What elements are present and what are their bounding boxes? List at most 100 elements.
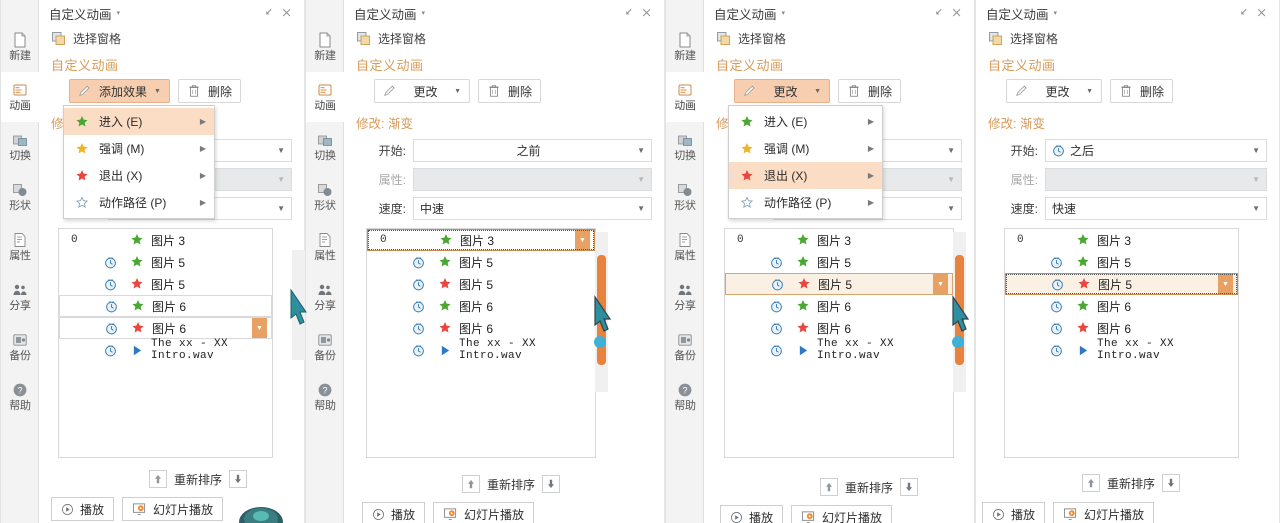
main-effect-button[interactable]: 更改 ▼ <box>1006 79 1102 103</box>
animation-list-item[interactable]: 图片 5 ▼ <box>1005 273 1238 295</box>
sidebar-item-形状[interactable]: 形状 <box>1 172 39 222</box>
main-effect-button[interactable]: 更改 ▼ <box>734 79 830 103</box>
slideshow-button[interactable]: 幻灯片播放 <box>791 505 893 523</box>
select-pane-button[interactable]: 选择窗格 <box>344 26 664 51</box>
reorder-up-button[interactable] <box>1082 474 1100 492</box>
restore-down-icon[interactable] <box>930 4 948 22</box>
menu-item-0[interactable]: 进入 (E) ▶ <box>64 108 214 135</box>
animation-list[interactable]: 0 图片 3 图片 5 图片 5 ▼ 图片 6 图片 6 The xx - XX Intro.… <box>724 228 954 458</box>
reorder-down-button[interactable] <box>1162 474 1181 492</box>
restore-down-icon[interactable] <box>1235 4 1253 22</box>
animation-list-item[interactable]: 图片 6 <box>725 295 953 317</box>
speed-select[interactable]: 快速 ▼ <box>1045 197 1267 220</box>
sidebar-item-动画[interactable]: 动画 <box>666 72 704 122</box>
delete-button[interactable]: 删除 <box>478 79 542 103</box>
play-button[interactable]: 播放 <box>982 502 1046 523</box>
animation-list-item[interactable]: 图片 6 <box>367 317 595 339</box>
animation-list-item[interactable]: 0 图片 3 <box>1005 229 1238 251</box>
start-select[interactable]: 之后 ▼ <box>1045 139 1267 162</box>
start-select[interactable]: 之前 ▼ <box>413 139 652 162</box>
animation-list[interactable]: 0 图片 3 图片 5 图片 5 图片 6 图片 6 ▼ The xx - XX Intro.… <box>58 228 273 458</box>
sidebar-item-分享[interactable]: 分享 <box>666 272 704 322</box>
animation-list-item[interactable]: The xx - XX Intro.wav <box>367 338 595 362</box>
delete-button[interactable]: 删除 <box>1110 79 1174 103</box>
item-dropdown-arrow[interactable]: ▼ <box>252 318 267 338</box>
sidebar-item-新建[interactable]: 新建 <box>666 22 704 72</box>
menu-item-0[interactable]: 进入 (E) ▶ <box>729 108 882 135</box>
slideshow-button[interactable]: 幻灯片播放 <box>122 497 224 521</box>
animation-list-item[interactable]: 图片 6 <box>1005 295 1238 317</box>
play-button[interactable]: 播放 <box>362 502 426 523</box>
animation-list-item[interactable]: 图片 6 <box>59 295 272 317</box>
animation-list-item[interactable]: 图片 5 <box>725 251 953 273</box>
reorder-up-button[interactable] <box>462 475 480 493</box>
item-dropdown-arrow[interactable]: ▼ <box>575 230 590 250</box>
sidebar-item-新建[interactable]: 新建 <box>306 22 344 72</box>
restore-down-icon[interactable] <box>620 4 638 22</box>
animation-list-item[interactable]: 图片 6 ▼ <box>59 317 272 339</box>
item-dropdown-arrow[interactable]: ▼ <box>933 274 948 294</box>
animation-list-item[interactable]: 图片 5 ▼ <box>725 273 953 295</box>
main-effect-button[interactable]: 添加效果 ▼ <box>69 79 170 103</box>
effect-menu[interactable]: 进入 (E) ▶ 强调 (M) ▶ 退出 (X) ▶ 动作路径 (P) ▶ <box>63 105 215 219</box>
chevron-down-icon[interactable]: ▾ <box>782 9 786 17</box>
main-effect-button[interactable]: 更改 ▼ <box>374 79 470 103</box>
reorder-down-button[interactable] <box>900 478 919 496</box>
sidebar-item-备份[interactable]: 备份 <box>306 322 344 372</box>
chevron-down-icon[interactable]: ▾ <box>117 9 121 17</box>
animation-list-item[interactable]: 0 图片 3 <box>725 229 953 251</box>
menu-item-2[interactable]: 退出 (X) ▶ <box>729 162 882 189</box>
sidebar-item-切换[interactable]: 切换 <box>1 122 39 172</box>
sidebar-item-新建[interactable]: 新建 <box>1 22 39 72</box>
item-dropdown-arrow[interactable]: ▼ <box>1218 274 1233 294</box>
play-button[interactable]: 播放 <box>720 505 784 523</box>
sidebar-item-形状[interactable]: 形状 <box>306 172 344 222</box>
menu-item-1[interactable]: 强调 (M) ▶ <box>729 135 882 162</box>
close-icon[interactable] <box>1253 4 1271 22</box>
menu-item-2[interactable]: 退出 (X) ▶ <box>64 162 214 189</box>
reorder-down-button[interactable] <box>542 475 561 493</box>
menu-item-3[interactable]: 动作路径 (P) ▶ <box>64 189 214 216</box>
slideshow-button[interactable]: 幻灯片播放 <box>433 502 535 523</box>
sidebar-item-属性[interactable]: 属性 <box>666 222 704 272</box>
animation-list-item[interactable]: 图片 6 <box>367 295 595 317</box>
sidebar-item-备份[interactable]: 备份 <box>1 322 39 372</box>
menu-item-1[interactable]: 强调 (M) ▶ <box>64 135 214 162</box>
animation-list-item[interactable]: The xx - XX Intro.wav <box>1005 338 1238 362</box>
animation-list-item[interactable]: 图片 6 <box>1005 317 1238 339</box>
animation-list-item[interactable]: 0 图片 3 ▼ <box>367 229 595 251</box>
sidebar-item-形状[interactable]: 形状 <box>666 172 704 222</box>
slideshow-button[interactable]: 幻灯片播放 <box>1053 502 1155 523</box>
animation-list-item[interactable]: 0 图片 3 <box>59 229 272 251</box>
chevron-down-icon[interactable]: ▾ <box>1054 9 1058 17</box>
delete-button[interactable]: 删除 <box>838 79 902 103</box>
animation-list-item[interactable]: 图片 5 <box>59 273 272 295</box>
animation-list-item[interactable]: 图片 5 <box>1005 251 1238 273</box>
animation-list[interactable]: 0 图片 3 ▼ 图片 5 图片 5 图片 6 图片 6 The xx - XX Intro.… <box>366 228 596 458</box>
reorder-up-button[interactable] <box>820 478 838 496</box>
select-pane-button[interactable]: 选择窗格 <box>39 26 304 51</box>
play-button[interactable]: 播放 <box>51 497 115 521</box>
animation-list[interactable]: 0 图片 3 图片 5 图片 5 ▼ 图片 6 图片 6 The xx - XX Intro.… <box>1004 228 1239 458</box>
animation-list-item[interactable]: The xx - XX Intro.wav <box>725 338 953 362</box>
close-icon[interactable] <box>948 4 966 22</box>
sidebar-item-属性[interactable]: 属性 <box>306 222 344 272</box>
animation-list-item[interactable]: 图片 5 <box>59 251 272 273</box>
select-pane-button[interactable]: 选择窗格 <box>704 26 974 51</box>
animation-list-item[interactable]: 图片 6 <box>725 317 953 339</box>
sidebar-item-切换[interactable]: 切换 <box>306 122 344 172</box>
restore-down-icon[interactable] <box>260 4 278 22</box>
sidebar-item-属性[interactable]: 属性 <box>1 222 39 272</box>
chevron-down-icon[interactable]: ▾ <box>422 9 426 17</box>
speed-select[interactable]: 中速 ▼ <box>413 197 652 220</box>
reorder-down-button[interactable] <box>229 470 248 488</box>
animation-list-item[interactable]: 图片 5 <box>367 251 595 273</box>
reorder-up-button[interactable] <box>149 470 167 488</box>
effect-menu[interactable]: 进入 (E) ▶ 强调 (M) ▶ 退出 (X) ▶ 动作路径 (P) ▶ <box>728 105 883 219</box>
animation-list-item[interactable]: The xx - XX Intro.wav <box>59 338 272 362</box>
select-pane-button[interactable]: 选择窗格 <box>976 26 1279 51</box>
sidebar-item-帮助[interactable]: ? 帮助 <box>666 372 704 422</box>
close-icon[interactable] <box>638 4 656 22</box>
close-icon[interactable] <box>278 4 296 22</box>
sidebar-item-帮助[interactable]: ? 帮助 <box>306 372 344 422</box>
